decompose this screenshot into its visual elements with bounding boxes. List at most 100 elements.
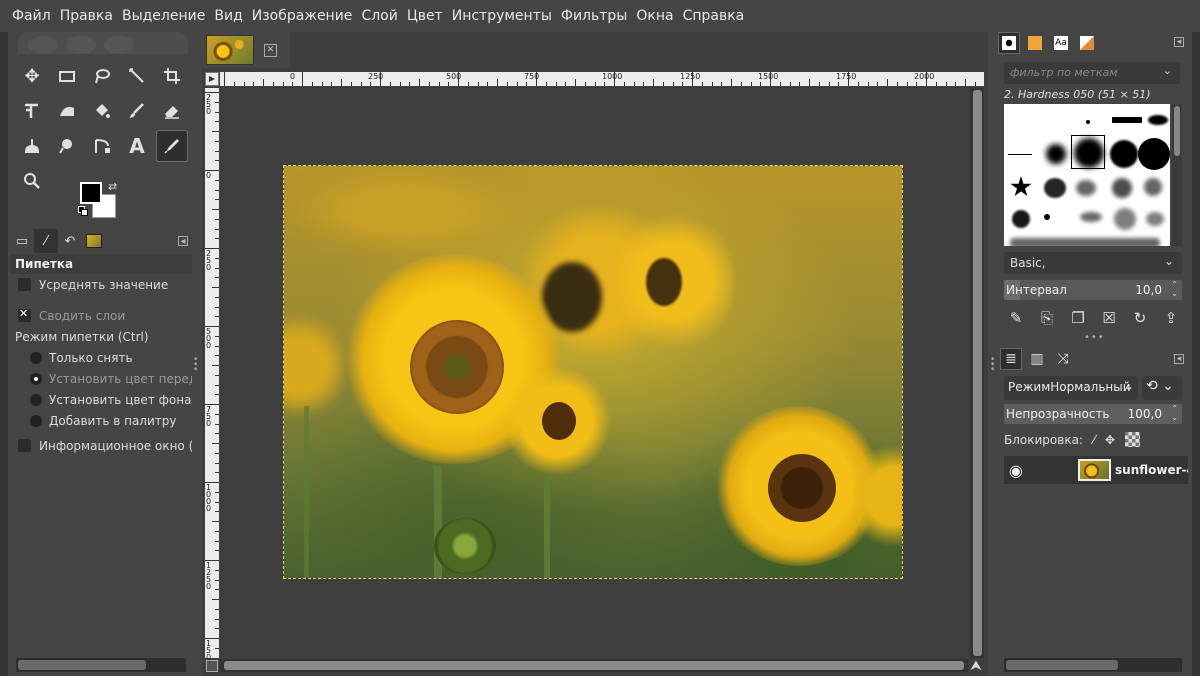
right-dock-resize-grip[interactable]: • • • xyxy=(990,356,995,375)
dock-menu-icon[interactable]: ◂ xyxy=(178,236,188,247)
reset-colors-icon[interactable] xyxy=(78,206,88,216)
canvas-vertical-scrollbar[interactable] xyxy=(970,88,984,658)
unified-transform-tool-icon[interactable] xyxy=(16,95,48,127)
sample-merged-option[interactable]: Сводить слои xyxy=(10,305,192,326)
tab-layers-icon[interactable]: ≣ xyxy=(1000,348,1022,370)
tab-channels-icon[interactable]: ▥ xyxy=(1026,348,1048,370)
tab-paths-icon[interactable]: ⤨ xyxy=(1052,348,1074,370)
horizontal-ruler[interactable]: 0 250 500 750 1000 1250 1500 1750 2000 xyxy=(220,72,984,86)
menu-help[interactable]: Справка xyxy=(679,8,749,24)
color-picker-tool-icon[interactable] xyxy=(156,130,188,162)
layer-composite-select[interactable]: ⟲ ⌄ xyxy=(1142,376,1182,400)
clone-tool-icon[interactable] xyxy=(16,130,48,162)
menu-colors[interactable]: Цвет xyxy=(403,8,447,24)
ruler-tick xyxy=(215,218,219,220)
pick-mode-pick-only[interactable]: Только снять xyxy=(10,347,192,368)
duplicate-brush-icon[interactable]: ❐ xyxy=(1066,306,1090,330)
menu-select[interactable]: Выделение xyxy=(118,8,209,24)
tool-options-scrollbar[interactable] xyxy=(16,658,186,672)
open-brush-as-image-icon[interactable]: ⇪ xyxy=(1159,306,1183,330)
vertical-ruler[interactable]: 2500250500750100012501500 xyxy=(205,88,219,669)
ruler-corner-menu-icon[interactable] xyxy=(205,72,219,86)
radio-set-foreground[interactable] xyxy=(30,372,42,385)
foreground-color-swatch[interactable] xyxy=(80,182,102,204)
paintbrush-tool-icon[interactable] xyxy=(121,95,153,127)
zoom-tool-icon[interactable] xyxy=(16,165,48,197)
brush-grid[interactable] xyxy=(1004,104,1170,246)
eraser-tool-icon[interactable] xyxy=(156,95,188,127)
paths-tool-icon[interactable] xyxy=(86,130,118,162)
menu-windows[interactable]: Окна xyxy=(632,8,677,24)
menu-file[interactable]: Файл xyxy=(8,8,55,24)
brushes-dock-menu-icon[interactable]: ◂ xyxy=(1174,37,1184,47)
radio-add-to-palette[interactable] xyxy=(30,414,42,427)
navigate-icon[interactable]: ⮝ xyxy=(970,659,984,673)
spin-arrows-icon[interactable]: ⌃ ⌄ xyxy=(1171,404,1178,422)
chevron-down-icon[interactable]: ⌄ xyxy=(1163,64,1172,77)
use-info-window-option[interactable]: Информационное окно (Sh xyxy=(10,435,192,456)
delete-brush-icon[interactable]: ☒ xyxy=(1097,306,1121,330)
close-image-tab-icon[interactable]: ✕ xyxy=(264,43,277,57)
crop-tool-icon[interactable] xyxy=(156,60,188,92)
edit-brush-icon[interactable]: ✎ xyxy=(1004,306,1028,330)
rect-select-tool-icon[interactable] xyxy=(51,60,83,92)
bucket-fill-tool-icon[interactable] xyxy=(86,95,118,127)
lock-alpha-icon[interactable] xyxy=(1125,432,1141,447)
layers-dock-menu-icon[interactable]: ◂ xyxy=(1174,354,1184,364)
text-tool-icon[interactable]: A xyxy=(121,130,153,162)
layers-scrollbar[interactable] xyxy=(1004,658,1182,672)
menu-image[interactable]: Изображение xyxy=(248,8,357,24)
smudge-tool-icon[interactable] xyxy=(51,130,83,162)
menu-view[interactable]: Вид xyxy=(210,8,246,24)
tab-tool-options-icon[interactable]: ▭ xyxy=(10,229,34,253)
sample-average-option[interactable]: Усреднять значение xyxy=(10,274,192,295)
fuzzy-select-tool-icon[interactable] xyxy=(121,60,153,92)
chevron-down-icon[interactable]: ⌄ xyxy=(1164,254,1174,268)
new-brush-icon[interactable]: ⎘ xyxy=(1035,306,1059,330)
radio-set-background[interactable] xyxy=(30,393,42,406)
menu-edit[interactable]: Правка xyxy=(56,8,117,24)
menu-layer[interactable]: Слой xyxy=(357,8,401,24)
lock-pixels-icon[interactable]: ⁄ xyxy=(1093,433,1095,447)
swap-colors-icon[interactable]: ⇄ xyxy=(108,180,117,193)
tab-images-icon[interactable] xyxy=(82,229,106,253)
spin-arrows-icon[interactable]: ⌃ ⌄ xyxy=(1171,280,1178,298)
image-tab[interactable]: ✕ xyxy=(202,32,290,68)
brush-tag-select[interactable]: Basic, ⌄ xyxy=(1004,252,1182,274)
tab-fonts-icon[interactable]: Aa xyxy=(1050,32,1072,54)
lasso-tool-icon[interactable] xyxy=(86,60,118,92)
ruler-tick xyxy=(215,160,219,162)
quick-mask-toggle-icon[interactable] xyxy=(206,660,218,672)
sample-average-checkbox[interactable] xyxy=(18,278,31,291)
tab-brushes-icon[interactable] xyxy=(998,32,1020,54)
tab-undo-history-icon[interactable]: ↶ xyxy=(58,229,82,253)
tab-document-history-icon[interactable] xyxy=(1076,32,1098,54)
canvas-horizontal-scrollbar[interactable] xyxy=(220,659,968,672)
layer-mode-select[interactable]: РежимНормальный ⌄ xyxy=(1004,376,1138,400)
sample-merged-checkbox[interactable] xyxy=(18,307,31,322)
chevron-down-icon[interactable]: ⌄ xyxy=(1124,379,1134,393)
refresh-brushes-icon[interactable]: ↻ xyxy=(1128,306,1152,330)
menu-tools[interactable]: Инструменты xyxy=(448,8,556,24)
pick-mode-set-background[interactable]: Установить цвет фона xyxy=(10,389,192,410)
tab-patterns-icon[interactable] xyxy=(1024,32,1046,54)
layer-item[interactable]: ◉ sunflower-4 xyxy=(1004,456,1188,484)
pick-mode-set-foreground[interactable]: Установить цвет передн xyxy=(10,368,192,389)
brush-spacing-spin[interactable]: Интервал 10,0 ⌃ ⌄ xyxy=(1004,280,1182,300)
left-dock-resize-grip[interactable]: • • • xyxy=(193,356,198,375)
wilber-drop-area[interactable] xyxy=(18,32,188,54)
dock-separator-grip[interactable]: ••• xyxy=(1084,332,1105,343)
layer-visibility-eye-icon[interactable]: ◉ xyxy=(1004,461,1028,480)
layer-opacity-spin[interactable]: Непрозрачность 100,0 ⌃ ⌄ xyxy=(1004,404,1182,424)
use-info-window-checkbox[interactable] xyxy=(18,439,31,452)
brush-grid-scrollbar[interactable] xyxy=(1172,104,1182,246)
pick-mode-add-to-palette[interactable]: Добавить в палитру xyxy=(10,410,192,431)
move-tool-icon[interactable]: ✥ xyxy=(16,60,48,92)
tab-device-status-icon[interactable]: ⁄ xyxy=(34,229,58,253)
sunflower-image-layer[interactable] xyxy=(283,165,903,579)
warp-transform-tool-icon[interactable] xyxy=(51,95,83,127)
lock-position-icon[interactable]: ✥ xyxy=(1105,433,1115,447)
radio-pick-only[interactable] xyxy=(30,351,42,364)
menu-filters[interactable]: Фильтры xyxy=(557,8,631,24)
brush-tag-filter-input[interactable]: фильтр по меткам ⌄ xyxy=(1004,62,1180,84)
